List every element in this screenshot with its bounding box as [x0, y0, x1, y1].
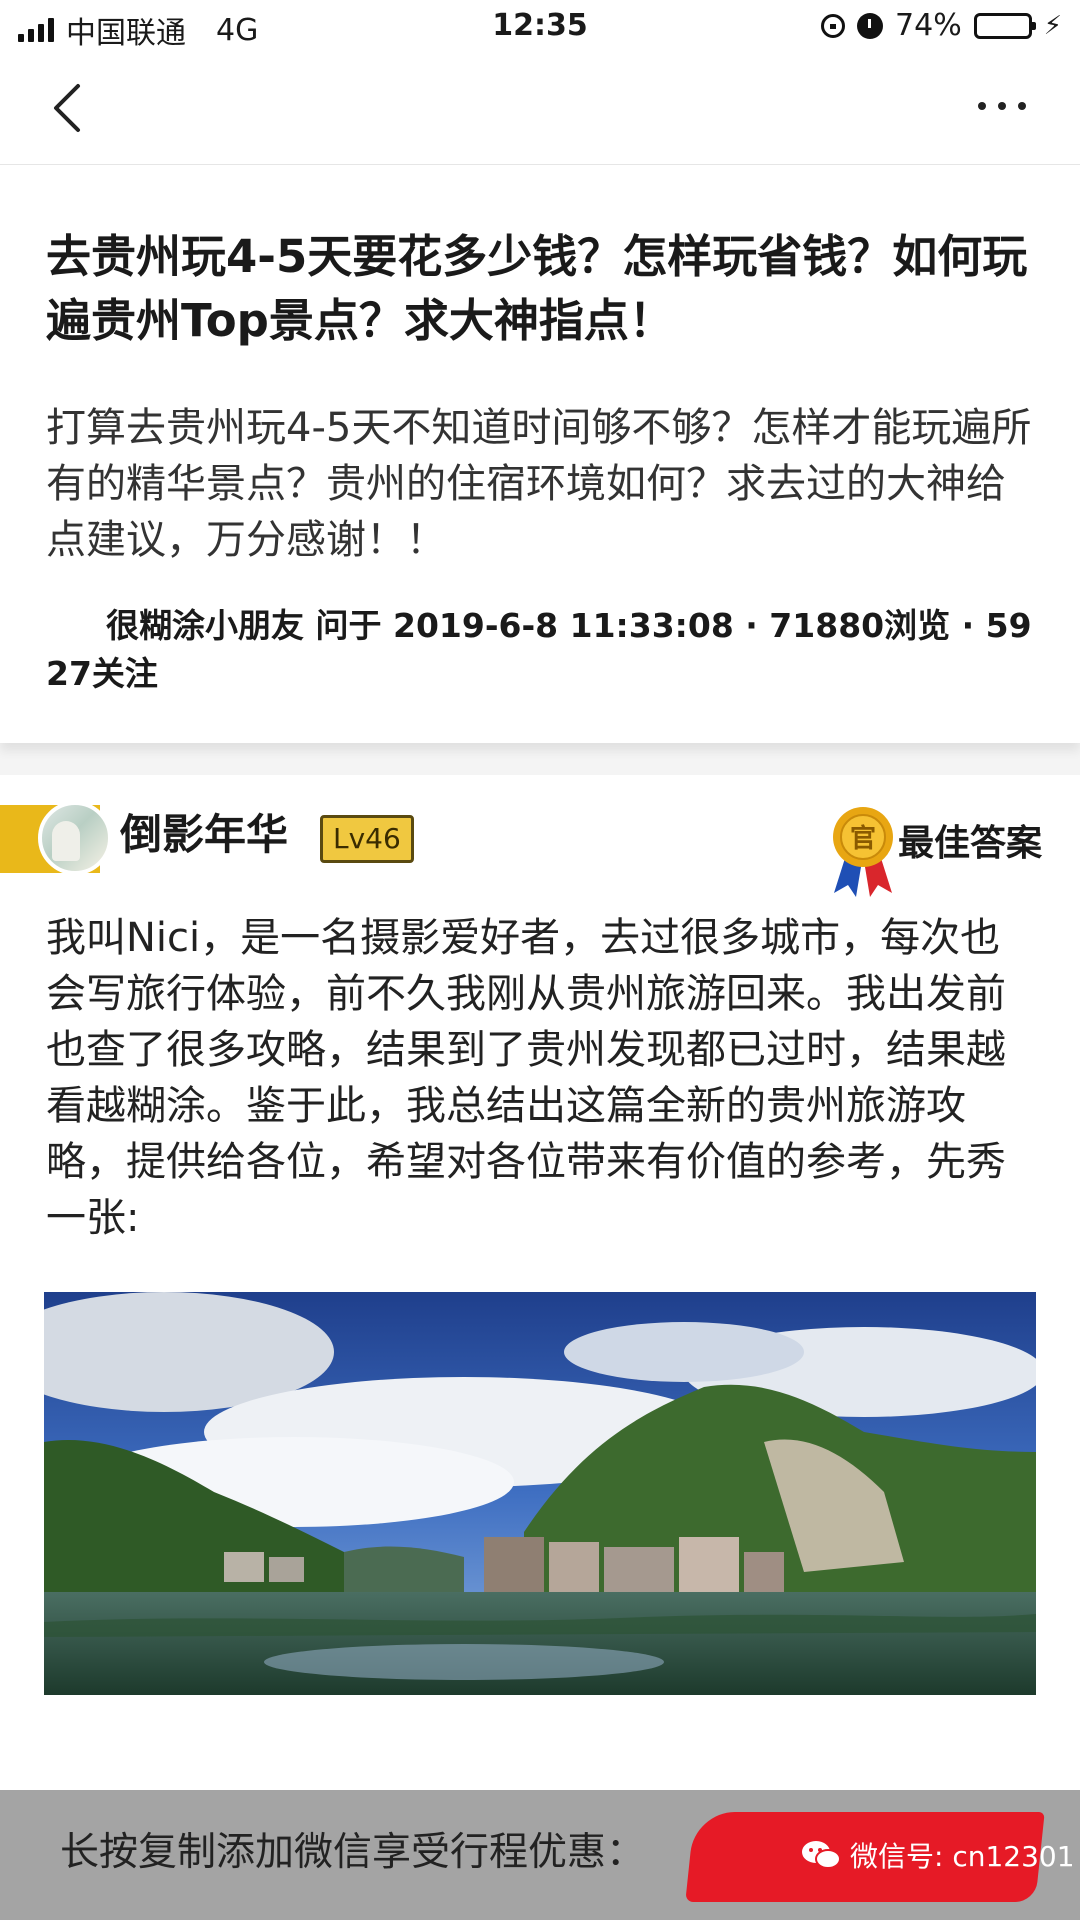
more-dots-icon[interactable] [978, 102, 1026, 110]
status-bar: 中国联通 4G 12:35 74% ⚡ [0, 0, 1080, 52]
question-meta: 很糊涂小朋友 问于 2019-6-8 11:33:08 · 71880浏览 · … [46, 606, 1032, 693]
promo-bar: 长按复制添加微信享受行程优惠： 微信号: cn12301 [0, 1790, 1080, 1920]
answer-body: 我叫Nici，是一名摄影爱好者，去过很多城市，每次也会写旅行体验，前不久我刚从贵… [46, 915, 1006, 1241]
chevron-left-icon[interactable] [48, 82, 96, 134]
wechat-watermark: 微信号: cn12301 [800, 1835, 1075, 1875]
level-badge: Lv46 [320, 815, 414, 863]
question-title: 去贵州玩4-5天要花多少钱？怎样玩省钱？如何玩遍贵州Top景点？求大神指点！ [46, 230, 1028, 347]
nav-bar [0, 52, 1080, 165]
battery-icon [973, 12, 1036, 39]
watermark-text: 微信号: cn12301 [850, 1840, 1075, 1873]
medal-text: 官 [850, 823, 876, 854]
wechat-icon [802, 1841, 841, 1869]
author-name[interactable]: 倒影年华 [120, 805, 288, 865]
question-description: 打算去贵州玩4-5天不知道时间够不够？怎样才能玩遍所有的精华景点？贵州的住宿环境… [46, 405, 1032, 563]
answer-card: 倒影年华 Lv46 官 最佳答案 我叫Nici，是一名摄影爱好者，去过很多城市，… [0, 775, 1080, 1920]
alarm-icon [857, 12, 884, 39]
charging-icon: ⚡ [1043, 10, 1062, 41]
battery-percent: 74% [895, 8, 962, 43]
rotation-lock-icon [821, 13, 846, 38]
status-right: 74% ⚡ [821, 8, 1062, 43]
promo-text: 长按复制添加微信享受行程优惠： [60, 1830, 646, 1875]
landscape-photo[interactable] [44, 1292, 1036, 1695]
avatar[interactable] [38, 801, 112, 875]
medal-icon: 官 [833, 807, 893, 897]
question-card: 去贵州玩4-5天要花多少钱？怎样玩省钱？如何玩遍贵州Top景点？求大神指点！ 打… [0, 165, 1080, 743]
best-answer-label: 最佳答案 [898, 823, 1043, 864]
